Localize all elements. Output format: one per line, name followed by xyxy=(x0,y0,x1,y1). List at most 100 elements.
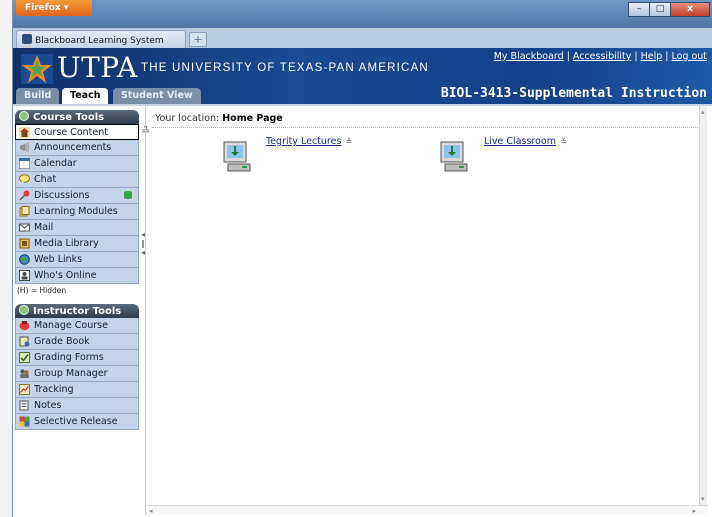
sidebar-item-whos-online[interactable]: Who's Online xyxy=(15,268,139,284)
sidebar-item-label: Announcements xyxy=(34,142,112,153)
new-tab-button[interactable]: + xyxy=(189,32,207,47)
tab-teach[interactable]: Teach xyxy=(62,88,109,104)
chevron-double-down-icon[interactable]: ≚ xyxy=(560,137,567,146)
main-pane: Your location: Home Page Tegrity Lecture… xyxy=(145,106,708,515)
browser-tab-title: Blackboard Learning System xyxy=(35,36,164,46)
sidebar-item-group-manager[interactable]: Group Manager xyxy=(15,366,139,382)
horizontal-scrollbar[interactable]: ◂ ▸ xyxy=(146,505,708,515)
sidebar-item-selective-release[interactable]: Selective Release xyxy=(15,414,139,430)
link-separator: | xyxy=(634,51,638,62)
sidebar-item-grading-forms[interactable]: Grading Forms xyxy=(15,350,139,366)
new-post-badge-icon xyxy=(124,191,132,199)
pin-icon xyxy=(19,190,30,201)
scroll-right-arrow-icon[interactable]: ▸ xyxy=(692,507,696,515)
breadcrumb-label: Your location: xyxy=(155,113,220,124)
browser-tab-blackboard[interactable]: Blackboard Learning System xyxy=(16,30,186,48)
sidebar-item-manage-course[interactable]: Manage Course xyxy=(15,318,139,334)
vertical-scrollbar[interactable]: ▴ ▾ xyxy=(699,106,707,515)
link-label: Tegrity Lectures xyxy=(266,136,342,147)
sidebar-item-media-library[interactable]: Media Library xyxy=(15,236,139,252)
course-tools-header[interactable]: Course Tools xyxy=(15,110,139,124)
notes-icon xyxy=(19,400,29,411)
sidebar-item-label: Calendar xyxy=(34,158,77,169)
sidebar-item-learning-modules[interactable]: Learning Modules xyxy=(15,204,139,220)
sidebar-item-label: Chat xyxy=(34,174,57,185)
sidebar-item-label: Notes xyxy=(34,400,62,411)
sidebar-item-grade-book[interactable]: Grade Book xyxy=(15,334,139,350)
sidebar-item-label: Group Manager xyxy=(34,368,108,379)
calendar-icon xyxy=(19,158,30,169)
university-name: THE UNIVERSITY OF TEXAS-PAN AMERICAN xyxy=(141,62,429,74)
sidebar-item-mail[interactable]: Mail xyxy=(15,220,139,236)
scroll-left-arrow-icon[interactable]: ◂ xyxy=(149,507,153,515)
selective-release-icon xyxy=(19,416,30,427)
sidebar-item-label: Media Library xyxy=(34,238,99,249)
sidebar-item-label: Learning Modules xyxy=(34,206,118,217)
my-blackboard-link[interactable]: My Blackboard xyxy=(494,51,564,62)
title-bar: Firefox ▾ – □ x xyxy=(13,0,712,28)
utpa-logo-text: UTPA xyxy=(57,51,138,84)
computer-download-icon[interactable] xyxy=(222,140,254,174)
module-icon xyxy=(19,206,30,217)
sidebar-item-notes[interactable]: Notes xyxy=(15,398,139,414)
maximize-button[interactable]: □ xyxy=(649,2,671,17)
sidebar-item-label: Grade Book xyxy=(34,336,90,347)
top-links: My Blackboard | Accessibility | Help | Log out xyxy=(494,51,707,62)
help-link[interactable]: Help xyxy=(641,51,663,62)
browser-window: Firefox ▾ – □ x Blackboard Learning Syst… xyxy=(12,0,712,517)
sidebar-item-web-links[interactable]: Web Links xyxy=(15,252,139,268)
sidebar: Course Tools Course Content ≚ Announceme… xyxy=(15,110,150,430)
grading-forms-icon xyxy=(19,352,30,363)
home-icon xyxy=(19,127,30,138)
sidebar-item-label: Manage Course xyxy=(34,320,108,331)
mail-icon xyxy=(19,223,30,232)
mode-bar: Build Teach Student View BIOL-3413-Suppl… xyxy=(13,86,712,104)
course-title: BIOL-3413-Supplemental Instruction xyxy=(440,86,707,101)
sidebar-item-course-content[interactable]: Course Content ≚ xyxy=(15,124,150,140)
sidebar-item-label: Who's Online xyxy=(34,270,97,281)
window-controls: – □ x xyxy=(628,2,710,17)
sidebar-item-announcements[interactable]: Announcements xyxy=(15,140,139,156)
sidebar-item-label: Discussions xyxy=(34,190,90,201)
chevron-double-down-icon[interactable]: ≚ xyxy=(345,137,352,146)
group-icon xyxy=(20,369,29,378)
sidebar-item-label: Tracking xyxy=(34,384,74,395)
slide-background-edge xyxy=(0,0,12,517)
instructor-tools-title: Instructor Tools xyxy=(33,306,122,317)
utpa-star-logo-icon xyxy=(21,54,53,84)
course-tools-title: Course Tools xyxy=(33,112,105,123)
sidebar-item-label: Course Content xyxy=(34,127,108,138)
sidebar-item-tracking[interactable]: Tracking xyxy=(15,382,139,398)
media-library-icon xyxy=(19,238,30,249)
breadcrumb-current: Home Page xyxy=(222,113,283,124)
link-separator: | xyxy=(566,51,570,62)
firefox-menu-button[interactable]: Firefox ▾ xyxy=(16,0,92,16)
live-classroom-link[interactable]: Live Classroom ≚ xyxy=(484,136,567,147)
log-out-link[interactable]: Log out xyxy=(671,51,707,62)
chart-icon xyxy=(19,384,30,395)
blackboard-header: UTPA THE UNIVERSITY OF TEXAS-PAN AMERICA… xyxy=(13,48,712,86)
sidebar-item-label: Grading Forms xyxy=(34,352,104,363)
collapse-circle-icon xyxy=(19,305,29,315)
link-separator: | xyxy=(665,51,669,62)
tab-build[interactable]: Build xyxy=(16,88,60,104)
link-label: Live Classroom xyxy=(484,136,556,147)
content-area: Course Tools Course Content ≚ Announceme… xyxy=(13,104,712,517)
scroll-up-arrow-icon[interactable]: ▴ xyxy=(701,108,705,116)
accessibility-link[interactable]: Accessibility xyxy=(573,51,631,62)
megaphone-icon xyxy=(20,142,29,153)
minimize-button[interactable]: – xyxy=(628,2,650,17)
sidebar-item-label: Web Links xyxy=(34,254,83,265)
firefox-menu-label: Firefox xyxy=(25,3,61,13)
blackboard-favicon-icon xyxy=(22,34,32,44)
tab-student-view[interactable]: Student View xyxy=(113,88,201,104)
instructor-tools-header[interactable]: Instructor Tools xyxy=(15,304,139,318)
tegrity-lectures-link[interactable]: Tegrity Lectures ≚ xyxy=(266,136,352,147)
sidebar-item-chat[interactable]: Chat xyxy=(15,172,139,188)
scroll-down-arrow-icon[interactable]: ▾ xyxy=(701,495,705,503)
close-button[interactable]: x xyxy=(670,2,710,17)
sidebar-item-discussions[interactable]: Discussions xyxy=(15,188,139,204)
hidden-legend: (H) = Hidden xyxy=(17,286,67,295)
sidebar-item-calendar[interactable]: Calendar xyxy=(15,156,139,172)
computer-download-icon[interactable] xyxy=(439,140,471,174)
